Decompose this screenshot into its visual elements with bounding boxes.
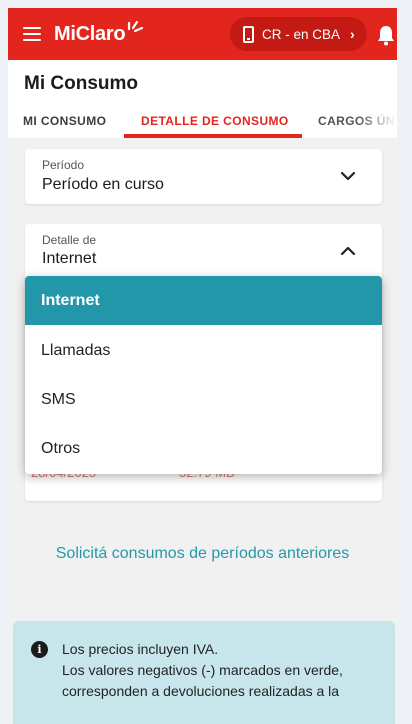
chevron-right-icon: › — [350, 26, 355, 42]
info-notice: i Los precios incluyen IVA. Los valores … — [13, 621, 395, 724]
top-app-bar: MiClaro CR - en CBA › — [8, 8, 397, 60]
miclaro-logo[interactable]: MiClaro — [54, 20, 144, 48]
page-gutter — [397, 0, 412, 724]
tab-detalle-de-consumo[interactable]: DETALLE DE CONSUMO — [141, 114, 289, 128]
info-text: Los precios incluyen IVA. Los valores ne… — [62, 639, 382, 702]
claro-burst-icon — [128, 20, 144, 33]
periodo-label: Período — [42, 158, 85, 172]
detalle-label: Detalle de — [42, 233, 97, 247]
tab-mi-consumo[interactable]: MI CONSUMO — [23, 114, 106, 128]
option-internet[interactable]: Internet — [25, 276, 382, 325]
page-title: Mi Consumo — [24, 73, 138, 94]
region-label: CR - en CBA — [262, 26, 341, 42]
detalle-value: Internet — [42, 250, 97, 267]
tab-overflow-fade — [357, 110, 397, 138]
hamburger-icon[interactable] — [23, 27, 41, 41]
chevron-down-icon — [340, 171, 356, 181]
phone-icon — [243, 25, 254, 43]
page-header: Mi Consumo MI CONSUMO DETALLE DE CONSUMO… — [8, 60, 397, 138]
info-line-1: Los precios incluyen IVA. — [62, 641, 219, 657]
info-icon: i — [31, 641, 48, 658]
region-selector-button[interactable]: CR - en CBA › — [230, 17, 367, 51]
info-line-3: corresponden a devoluciones realizadas a… — [62, 683, 340, 699]
logo-text: MiClaro — [54, 22, 126, 45]
periodo-select[interactable]: Período Período en curso — [25, 149, 382, 204]
chevron-up-icon — [340, 246, 356, 256]
periodo-value: Período en curso — [42, 176, 164, 193]
option-otros[interactable]: Otros — [25, 424, 382, 473]
option-sms[interactable]: SMS — [25, 375, 382, 424]
option-llamadas[interactable]: Llamadas — [25, 326, 382, 375]
detalle-dropdown-menu: Internet Llamadas SMS Otros — [25, 276, 382, 474]
previous-periods-link[interactable]: Solicitá consumos de períodos anteriores — [0, 545, 405, 563]
bell-icon[interactable] — [376, 24, 396, 46]
info-line-2: Los valores negativos (-) marcados en ve… — [62, 662, 343, 678]
